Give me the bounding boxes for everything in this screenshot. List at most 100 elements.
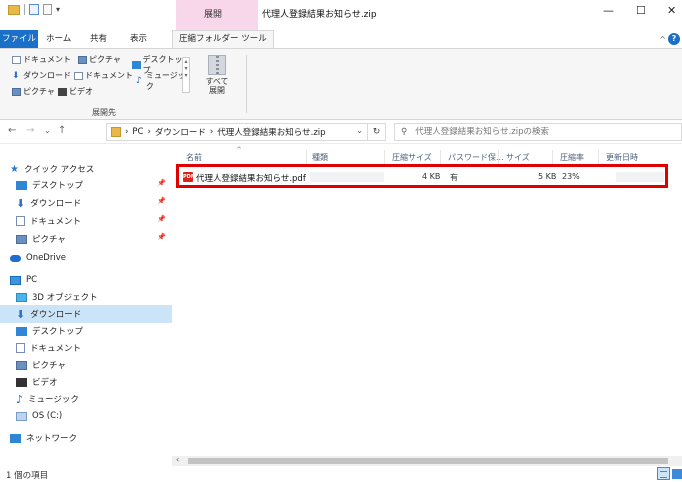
sidebar-item-documents[interactable]: ドキュメント 📌: [0, 212, 172, 230]
item-count: 1 個の項目: [6, 471, 49, 481]
document-icon: [12, 55, 21, 64]
sidebar-item-3d-objects[interactable]: 3D オブジェクト: [0, 288, 172, 306]
navigation-pane: ★ クイック アクセス デスクトップ 📌 ⬇ ダウンロード 📌 ドキュメント 📌…: [0, 144, 172, 462]
breadcrumb-pc[interactable]: PC: [132, 127, 143, 137]
destination-pictures[interactable]: ピクチャ: [78, 54, 121, 65]
sidebar-item-pc-desktop[interactable]: デスクトップ: [0, 322, 172, 340]
horizontal-scrollbar[interactable]: ‹: [172, 455, 682, 466]
search-placeholder: 代理人登録結果お知らせ.zipの検索: [415, 127, 549, 137]
ribbon: ドキュメント ピクチャ デスクトップ ⬇ ダウンロード ドキュメント ♪ ミュー…: [0, 48, 682, 120]
network-icon: [10, 433, 21, 443]
pin-icon: 📌: [157, 233, 166, 241]
up-button[interactable]: ↑: [58, 125, 66, 136]
star-icon: ★: [10, 163, 19, 175]
back-button[interactable]: ←: [8, 125, 16, 136]
extract-all-label-line1: すべて: [205, 77, 229, 86]
video-icon: [58, 87, 67, 96]
sidebar-item-downloads[interactable]: ⬇ ダウンロード 📌: [0, 194, 172, 212]
sidebar-item-network[interactable]: ネットワーク: [0, 429, 172, 447]
sidebar-item-pc[interactable]: PC: [0, 271, 172, 289]
column-header-password[interactable]: パスワード保...: [448, 152, 504, 163]
search-input[interactable]: ⚲ 代理人登録結果お知らせ.zipの検索: [394, 123, 682, 141]
new-folder-icon[interactable]: [43, 4, 52, 15]
sidebar-item-pc-pictures[interactable]: ピクチャ: [0, 356, 172, 374]
column-header-modified[interactable]: 更新日時: [606, 152, 638, 163]
customize-qat-icon[interactable]: ▾: [56, 5, 60, 14]
folder-icon: [8, 4, 20, 15]
sidebar-item-pictures[interactable]: ピクチャ 📌: [0, 230, 172, 248]
destination-documents[interactable]: ドキュメント: [12, 54, 71, 65]
collapse-ribbon-icon[interactable]: ^: [659, 35, 666, 44]
pin-icon: 📌: [157, 179, 166, 187]
destinations-scroll[interactable]: ▴ ▾ ▾: [182, 57, 190, 93]
scrollbar-corner: [674, 456, 682, 466]
address-bar: ← → ⌄ ↑ › PC › ダウンロード › 代理人登録結果お知らせ.zip …: [0, 120, 682, 144]
tab-home[interactable]: ホーム: [46, 32, 71, 44]
sidebar-item-pc-documents[interactable]: ドキュメント: [0, 339, 172, 357]
context-tab-title: 展開: [204, 10, 223, 20]
breadcrumb[interactable]: › PC › ダウンロード › 代理人登録結果お知らせ.zip ⌄: [106, 123, 368, 141]
column-divider[interactable]: [440, 150, 441, 164]
recent-locations-icon[interactable]: ⌄: [44, 126, 51, 135]
sort-indicator-icon: ^: [236, 146, 242, 154]
forward-button[interactable]: →: [26, 125, 34, 136]
large-icons-view-icon[interactable]: [672, 469, 682, 479]
destination-music[interactable]: ♪ ミュージック: [136, 70, 188, 92]
refresh-button[interactable]: ↻: [368, 123, 386, 141]
pictures-icon: [16, 234, 27, 244]
video-icon: [16, 377, 27, 387]
desktop-icon: [132, 61, 141, 69]
breadcrumb-downloads[interactable]: ダウンロード: [155, 126, 206, 138]
sidebar-item-onedrive[interactable]: OneDrive: [0, 249, 172, 267]
maximize-button[interactable]: ☐: [636, 4, 646, 17]
breadcrumb-zip[interactable]: 代理人登録結果お知らせ.zip: [217, 126, 325, 138]
tab-share[interactable]: 共有: [90, 32, 107, 44]
help-icon[interactable]: ?: [668, 33, 680, 45]
highlight-box: [176, 164, 668, 188]
destination-downloads[interactable]: ⬇ ダウンロード: [12, 70, 71, 81]
properties-icon[interactable]: [29, 4, 39, 15]
sidebar-item-pc-videos[interactable]: ビデオ: [0, 373, 172, 391]
pictures-icon: [16, 360, 27, 370]
extract-all-label-line2: 展開: [209, 86, 225, 95]
address-dropdown-icon[interactable]: ⌄: [356, 126, 363, 135]
column-header-size[interactable]: サイズ: [506, 152, 530, 163]
tab-file[interactable]: ファイル: [0, 30, 38, 48]
scroll-left-icon[interactable]: ‹: [176, 455, 179, 464]
details-view-icon[interactable]: [657, 467, 670, 480]
column-header-ratio[interactable]: 圧縮率: [560, 152, 584, 163]
title-bar: ▾ 展開 代理人登録結果お知らせ.zip — ☐ ✕: [0, 0, 682, 30]
column-divider[interactable]: [552, 150, 553, 164]
sidebar-item-os-drive[interactable]: OS (C:): [0, 407, 172, 425]
pc-icon: [10, 275, 21, 285]
separator: [24, 4, 25, 15]
column-header-name[interactable]: 名前: [186, 152, 202, 163]
minimize-button[interactable]: —: [603, 4, 614, 17]
column-divider[interactable]: [384, 150, 385, 164]
download-icon: ⬇: [12, 70, 20, 81]
extract-all-button[interactable]: すべて 展開: [200, 55, 234, 101]
column-divider[interactable]: [598, 150, 599, 164]
desktop-icon: [16, 326, 27, 336]
destination-pictures-2[interactable]: ピクチャ: [12, 86, 55, 97]
pictures-icon: [12, 87, 21, 96]
tab-compressed-folder-tools[interactable]: 圧縮フォルダー ツール: [172, 30, 274, 48]
pin-icon: 📌: [157, 215, 166, 223]
ribbon-tabs: ファイル ホーム 共有 表示 圧縮フォルダー ツール ^ ?: [0, 30, 682, 48]
sidebar-item-pc-downloads[interactable]: ⬇ ダウンロード: [0, 305, 172, 323]
tab-view[interactable]: 表示: [130, 32, 147, 44]
quick-access-toolbar: ▾: [8, 4, 60, 15]
column-header-type[interactable]: 種類: [312, 152, 328, 163]
column-divider[interactable]: [306, 150, 307, 164]
destination-videos[interactable]: ビデオ: [58, 86, 93, 97]
scrollbar-thumb[interactable]: [188, 458, 668, 464]
sidebar-item-desktop[interactable]: デスクトップ 📌: [0, 176, 172, 194]
column-header-compressed-size[interactable]: 圧縮サイズ: [392, 152, 432, 163]
document-icon: [74, 71, 83, 80]
zip-folder-icon: [111, 127, 121, 137]
ribbon-group-divider: [246, 55, 247, 113]
destination-documents-2[interactable]: ドキュメント: [74, 70, 133, 81]
close-button[interactable]: ✕: [667, 4, 676, 17]
sidebar-item-pc-music[interactable]: ♪ ミュージック: [0, 390, 172, 408]
column-divider[interactable]: [498, 150, 499, 164]
